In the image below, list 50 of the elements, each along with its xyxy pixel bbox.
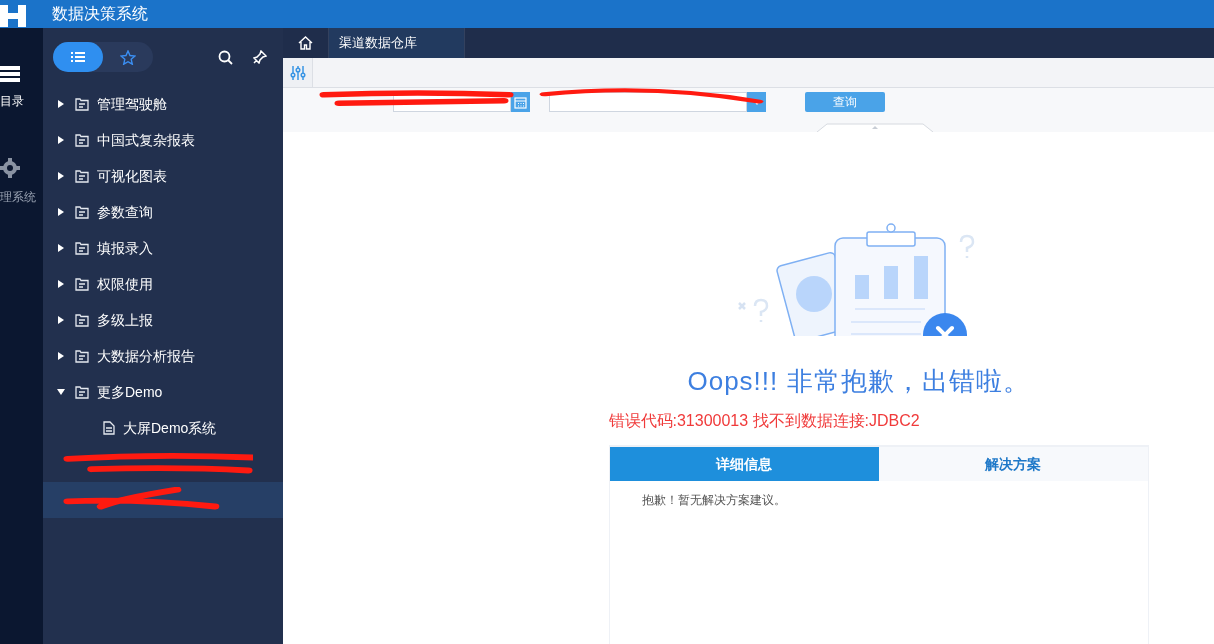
caret-icon[interactable] — [57, 136, 65, 144]
tree-item[interactable]: 大屏Demo系统 — [43, 410, 283, 446]
caret-icon[interactable] — [57, 208, 65, 216]
caret-icon[interactable] — [57, 352, 65, 360]
solution-text: 抱歉！暂无解决方案建议。 — [641, 492, 787, 509]
tree-item[interactable] — [43, 482, 283, 518]
folder-icon — [75, 313, 89, 327]
list-icon — [71, 52, 85, 62]
folder-icon — [75, 169, 89, 183]
tree-item[interactable]: 大数据分析报告 — [43, 338, 283, 374]
tree-item[interactable]: 填报录入 — [43, 230, 283, 266]
tree-item[interactable]: 参数查询 — [43, 194, 283, 230]
page-tab[interactable]: 渠道数据仓库 — [329, 28, 465, 58]
folder-icon — [75, 205, 89, 219]
folder-icon — [75, 385, 89, 399]
caret-icon[interactable] — [57, 388, 65, 396]
error-title: Oops!!! 非常抱歉，出错啦。 — [687, 365, 1030, 398]
folder-icon — [75, 241, 89, 255]
calendar-icon — [514, 95, 527, 109]
folder-icon — [75, 349, 89, 363]
star-icon — [120, 49, 136, 65]
tree-item[interactable]: 更多Demo — [43, 374, 283, 410]
caret-icon[interactable] — [57, 172, 65, 180]
caret-icon[interactable] — [57, 244, 65, 252]
tree-item[interactable]: 中国式复杂报表 — [43, 122, 283, 158]
error-message: 错误代码:31300013 找不到数据连接:JDBC2 — [608, 411, 921, 431]
detail-tab[interactable]: 解决方案 — [878, 447, 1148, 481]
logo-icon — [0, 5, 26, 27]
pin-icon[interactable] — [253, 50, 267, 64]
tree-item[interactable]: 权限使用 — [43, 266, 283, 302]
caret-icon[interactable] — [57, 100, 65, 108]
caret-icon[interactable] — [57, 316, 65, 324]
folder-icon — [75, 133, 89, 147]
app-title: 数据决策系统 — [52, 4, 148, 24]
folder-icon — [75, 277, 89, 291]
mode-tab[interactable] — [53, 42, 103, 72]
document-icon — [103, 421, 115, 435]
tree-item[interactable]: 多级上报 — [43, 302, 283, 338]
folder-icon — [75, 97, 89, 111]
tree-item[interactable]: 可视化图表 — [43, 158, 283, 194]
search-icon[interactable] — [218, 49, 233, 65]
settings-icon[interactable] — [0, 158, 20, 178]
tree-item[interactable]: 管理驾驶舱 — [43, 86, 283, 122]
nav-label[interactable]: 理系统 — [0, 188, 36, 206]
list-icon[interactable] — [0, 66, 20, 82]
home-icon — [298, 36, 313, 50]
sliders-icon[interactable] — [289, 64, 306, 81]
nav-label[interactable]: 目录 — [0, 92, 24, 110]
caret-icon[interactable] — [57, 280, 65, 288]
calendar-button[interactable] — [511, 92, 530, 112]
